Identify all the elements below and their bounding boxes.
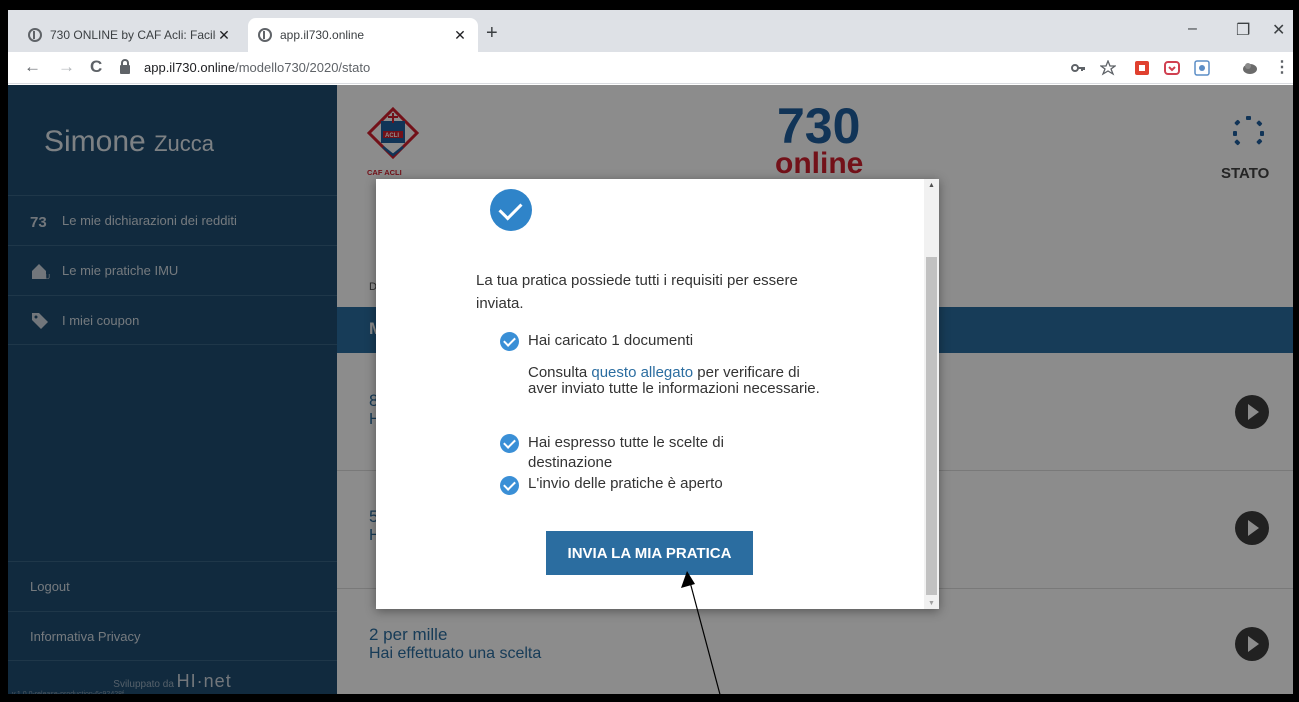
extension-blue-icon[interactable]: [1194, 60, 1210, 76]
profile-avatar-icon[interactable]: [1242, 60, 1258, 76]
modal-scrollbar[interactable]: ▲ ▼: [924, 179, 939, 609]
close-tab-icon[interactable]: ✕: [452, 27, 468, 44]
close-window-button[interactable]: ✕: [1272, 20, 1285, 40]
minimize-button[interactable]: –: [1188, 20, 1197, 38]
extension-red-icon[interactable]: [1134, 60, 1150, 76]
check-item-documents: Hai caricato 1 documenti: [528, 332, 694, 349]
forward-button[interactable]: →: [58, 57, 75, 77]
key-icon[interactable]: [1070, 60, 1086, 76]
globe-icon: [28, 28, 42, 42]
check-item-choices: Hai espresso tutte le scelte di destinaz…: [528, 434, 724, 471]
modal-intro-text: La tua pratica possiede tutti i requisit…: [476, 272, 798, 312]
send-submission-button[interactable]: INVIA LA MIA PRATICA: [546, 531, 753, 575]
reload-button[interactable]: C: [90, 57, 102, 77]
browser-tab-app[interactable]: app.il730.online ✕: [248, 18, 478, 52]
globe-icon: [258, 28, 272, 42]
tab-title: app.il730.online: [280, 28, 365, 42]
note-prefix: Consulta: [528, 364, 588, 381]
browser-tab-caf-acli[interactable]: 730 ONLINE by CAF Acli: Facile, S ✕: [18, 18, 242, 52]
submission-modal: La tua pratica possiede tutti i requisit…: [376, 179, 939, 609]
modal-note: Consulta questo allegato per verificare …: [528, 365, 828, 397]
pocket-icon[interactable]: [1164, 60, 1180, 76]
check-icon: [500, 434, 519, 453]
scroll-up-arrow-icon[interactable]: ▲: [928, 182, 935, 189]
browser-toolbar: ← → C app.il730.online/modello730/2020/s…: [8, 52, 1293, 84]
scroll-down-arrow-icon[interactable]: ▼: [928, 600, 935, 607]
app-page: Simone Zucca 73 Le mie dichiarazioni dei…: [8, 85, 1293, 694]
attachment-link[interactable]: questo allegato: [591, 364, 693, 381]
screenshot-frame: 730 ONLINE by CAF Acli: Facile, S ✕ app.…: [0, 0, 1299, 702]
restore-button[interactable]: ❐: [1236, 20, 1250, 40]
check-item-sending-open: L'invio delle pratiche è aperto: [528, 475, 723, 492]
address-bar[interactable]: app.il730.online/modello730/2020/stato: [120, 55, 1065, 79]
back-button[interactable]: ←: [24, 57, 41, 77]
lock-icon: [120, 58, 130, 74]
tab-title: 730 ONLINE by CAF Acli: Facile, S: [50, 28, 216, 42]
close-tab-icon[interactable]: ✕: [216, 27, 232, 44]
browser-tab-bar: 730 ONLINE by CAF Acli: Facile, S ✕ app.…: [8, 10, 1293, 52]
url-path: /modello730/2020/stato: [235, 59, 371, 75]
menu-icon[interactable]: ⋮: [1274, 57, 1290, 77]
success-check-icon: [490, 189, 532, 231]
check-icon: [500, 332, 519, 351]
url-host: app.il730.online: [144, 59, 236, 75]
star-icon[interactable]: [1100, 60, 1116, 76]
check-icon: [500, 476, 519, 495]
new-tab-button[interactable]: +: [486, 22, 498, 45]
scroll-thumb[interactable]: [926, 257, 937, 595]
